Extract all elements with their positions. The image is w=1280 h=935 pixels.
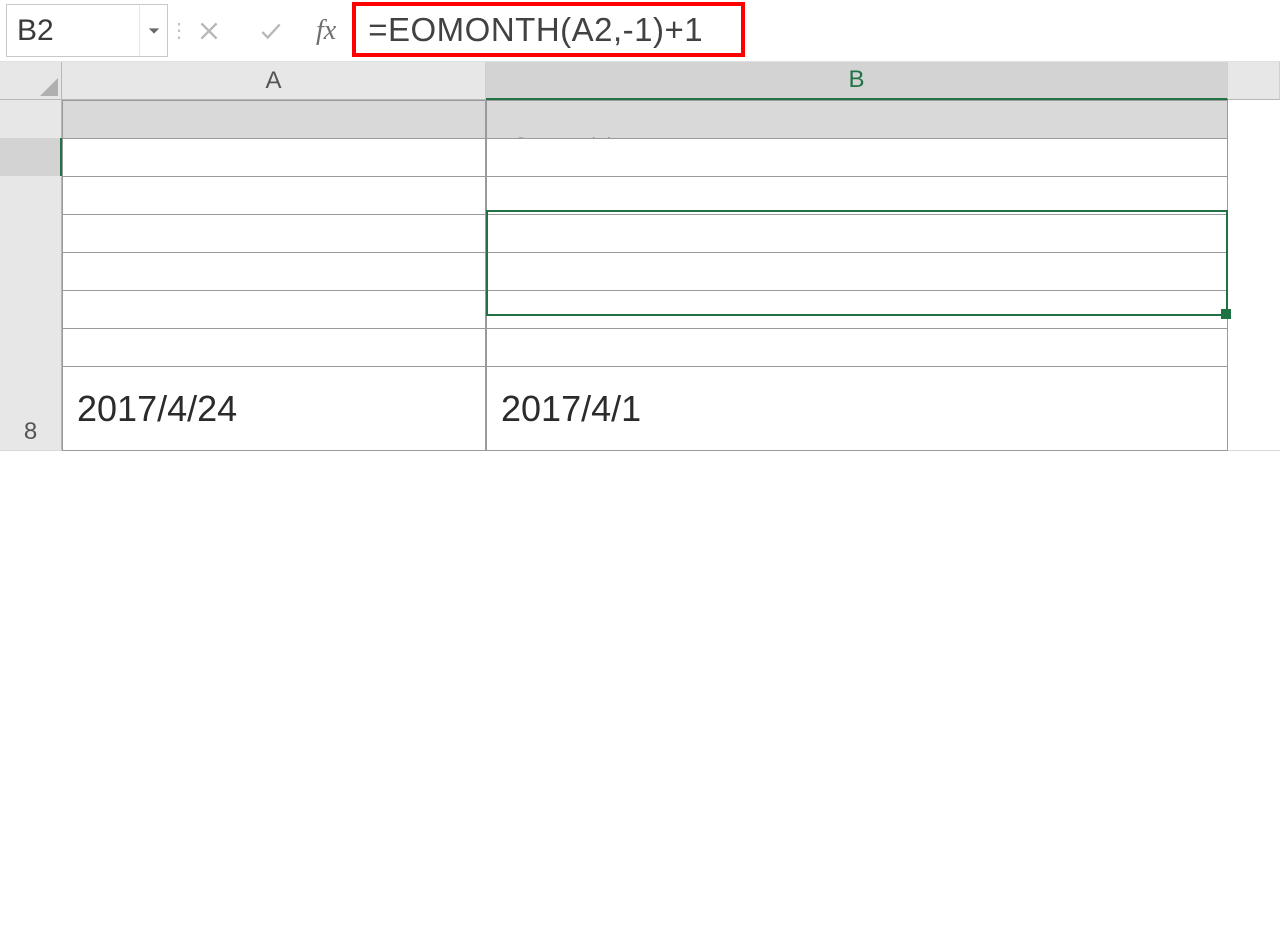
cell-B8[interactable]: 2017/4/1 bbox=[486, 366, 1228, 451]
name-box-value: B2 bbox=[7, 14, 139, 48]
cancel-button[interactable] bbox=[192, 14, 226, 48]
enter-button[interactable] bbox=[254, 14, 288, 48]
spreadsheet: A B 1 日期 当月第一天 2 2006/2/18 2006/2/1 3 20… bbox=[0, 62, 1280, 404]
chevron-down-icon bbox=[147, 24, 161, 38]
name-box[interactable]: B2 bbox=[6, 4, 168, 57]
check-icon bbox=[258, 18, 284, 44]
name-box-dropdown[interactable] bbox=[139, 5, 167, 56]
formula-input[interactable]: =EOMONTH(A2,-1)+1 bbox=[352, 2, 745, 57]
formula-bar-filler bbox=[745, 0, 1280, 61]
formula-bar: B2 ⋮ fx =EOMONTH(A2,-1)+1 bbox=[0, 0, 1280, 62]
column-header-B[interactable]: B bbox=[486, 62, 1228, 100]
select-all-corner[interactable] bbox=[0, 62, 62, 100]
column-header-A[interactable]: A bbox=[62, 62, 486, 100]
divider: ⋮ bbox=[168, 0, 190, 61]
row-header-8[interactable]: 8 bbox=[0, 366, 62, 451]
cell-A8[interactable]: 2017/4/24 bbox=[62, 366, 486, 451]
formula-bar-buttons: fx bbox=[190, 0, 352, 61]
column-header-C[interactable] bbox=[1228, 62, 1280, 100]
cell-C8[interactable] bbox=[1228, 366, 1280, 451]
insert-function-button[interactable]: fx bbox=[316, 15, 346, 47]
formula-text: =EOMONTH(A2,-1)+1 bbox=[368, 11, 703, 49]
x-icon bbox=[196, 18, 222, 44]
